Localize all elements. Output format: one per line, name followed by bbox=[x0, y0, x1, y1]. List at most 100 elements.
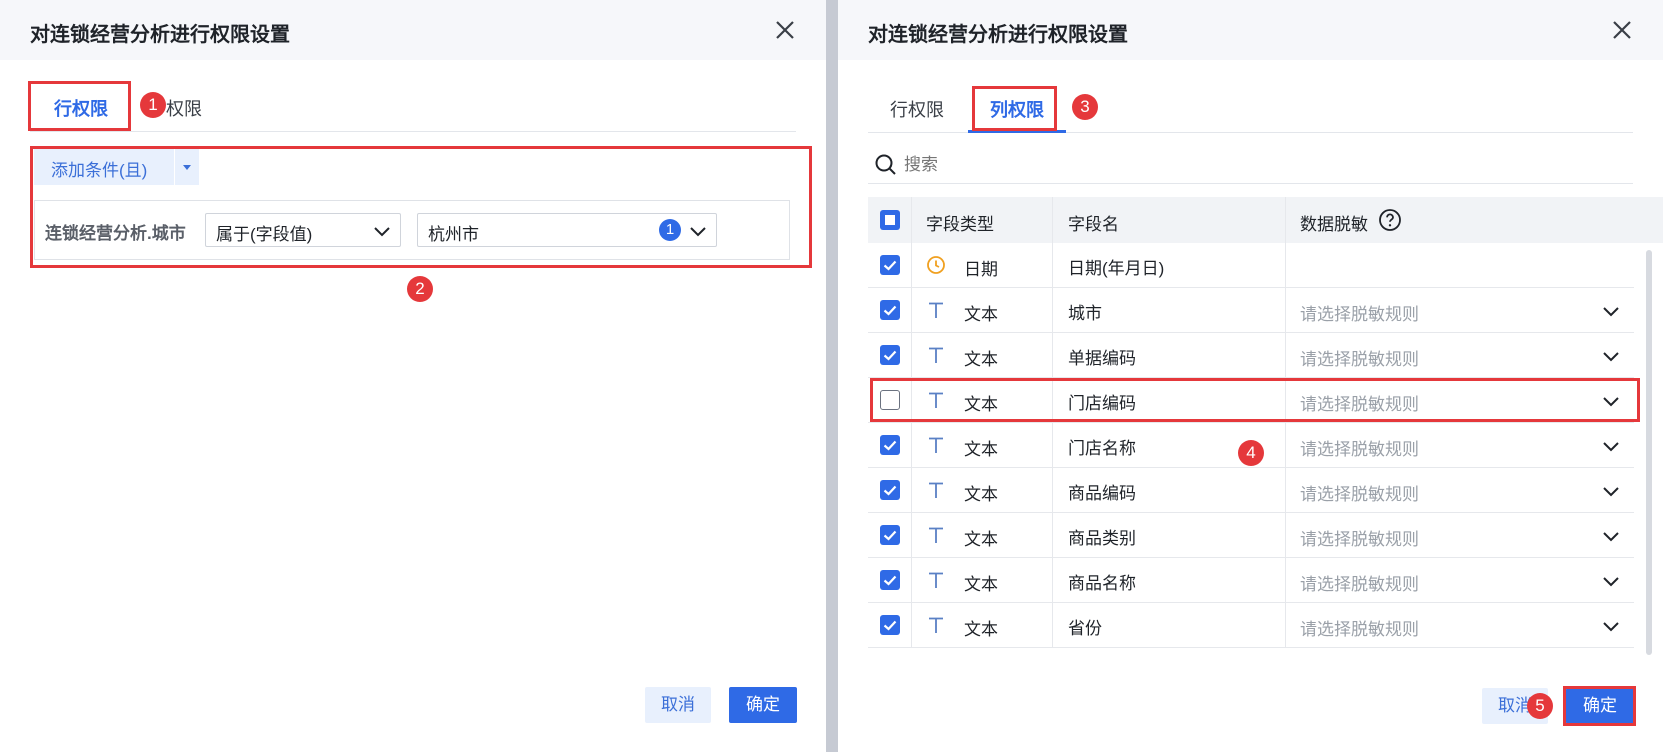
field-name: 门店名称 bbox=[1068, 439, 1136, 458]
check-icon bbox=[883, 485, 897, 496]
search-underline bbox=[868, 183, 1633, 184]
indeterminate-mark bbox=[885, 215, 895, 225]
help-icon[interactable] bbox=[1378, 208, 1402, 232]
mask-rule-placeholder: 请选择脱敏规则 bbox=[1300, 485, 1419, 504]
col-divider bbox=[911, 603, 912, 648]
step-badge: 5 bbox=[1527, 693, 1553, 719]
check-icon bbox=[883, 530, 897, 541]
field-name: 省份 bbox=[1068, 619, 1102, 638]
row-checkbox[interactable] bbox=[880, 570, 900, 590]
chevron-down-icon[interactable] bbox=[1601, 301, 1621, 321]
tab-divider bbox=[30, 131, 796, 132]
row-checkbox[interactable] bbox=[880, 435, 900, 455]
text-type-icon bbox=[929, 527, 943, 543]
field-type: 文本 bbox=[964, 485, 998, 504]
field-type: 文本 bbox=[964, 305, 998, 324]
text-type-icon bbox=[929, 302, 943, 318]
table-row[interactable]: 文本 省份 请选择脱敏规则 bbox=[868, 603, 1634, 648]
step-badge: 3 bbox=[1072, 94, 1098, 120]
field-name: 单据编码 bbox=[1068, 349, 1136, 368]
text-type-icon bbox=[929, 482, 943, 498]
step-badge: 4 bbox=[1238, 440, 1264, 466]
close-icon[interactable] bbox=[1610, 18, 1634, 42]
col-divider bbox=[911, 197, 912, 243]
row-permission-dialog: 对连锁经营分析进行权限设置 行权限 权限 1 添加条件(且) 连锁经营分析.城市… bbox=[0, 0, 826, 752]
check-icon bbox=[883, 440, 897, 451]
col-divider bbox=[911, 333, 912, 378]
field-name: 日期(年月日) bbox=[1068, 259, 1165, 278]
row-checkbox[interactable] bbox=[880, 615, 900, 635]
check-icon bbox=[883, 305, 897, 316]
field-name: 商品类别 bbox=[1068, 529, 1136, 548]
highlight-box bbox=[870, 378, 1640, 422]
highlight-box bbox=[28, 81, 131, 131]
row-checkbox[interactable] bbox=[880, 345, 900, 365]
col-divider bbox=[1285, 423, 1286, 468]
dialog-title: 对连锁经营分析进行权限设置 bbox=[868, 24, 1128, 46]
table-row[interactable]: 日期 日期(年月日) bbox=[868, 243, 1634, 288]
row-checkbox[interactable] bbox=[880, 480, 900, 500]
header-data-mask: 数据脱敏 bbox=[1300, 215, 1368, 234]
mask-rule-placeholder: 请选择脱敏规则 bbox=[1300, 440, 1419, 459]
col-divider bbox=[1285, 197, 1286, 243]
check-icon bbox=[883, 575, 897, 586]
table-row[interactable]: 文本 城市 请选择脱敏规则 bbox=[868, 288, 1634, 333]
dialog-title: 对连锁经营分析进行权限设置 bbox=[30, 24, 290, 46]
cancel-button[interactable]: 取消 bbox=[645, 687, 711, 723]
highlight-box bbox=[1563, 686, 1636, 726]
col-divider bbox=[911, 423, 912, 468]
ok-button[interactable]: 确定 bbox=[729, 687, 797, 723]
col-divider bbox=[911, 468, 912, 513]
clock-icon bbox=[927, 256, 945, 274]
text-type-icon bbox=[929, 572, 943, 588]
col-divider bbox=[1052, 333, 1053, 378]
col-divider bbox=[911, 243, 912, 288]
row-checkbox[interactable] bbox=[880, 300, 900, 320]
col-divider bbox=[1285, 243, 1286, 288]
field-name: 城市 bbox=[1068, 304, 1102, 323]
row-checkbox[interactable] bbox=[880, 525, 900, 545]
field-type: 日期 bbox=[964, 260, 998, 279]
check-icon bbox=[883, 260, 897, 271]
chevron-down-icon[interactable] bbox=[1601, 481, 1621, 501]
col-divider bbox=[1052, 558, 1053, 603]
col-divider bbox=[911, 288, 912, 333]
close-icon[interactable] bbox=[773, 18, 797, 42]
col-divider bbox=[1052, 423, 1053, 468]
text-type-icon bbox=[929, 437, 943, 453]
tab-column-permission[interactable]: 权限 bbox=[166, 95, 202, 121]
col-divider bbox=[1052, 513, 1053, 558]
field-type: 文本 bbox=[964, 575, 998, 594]
row-checkbox[interactable] bbox=[880, 255, 900, 275]
search-icon bbox=[875, 154, 896, 175]
field-name: 商品名称 bbox=[1068, 574, 1136, 593]
col-divider bbox=[1052, 197, 1053, 243]
mask-rule-placeholder: 请选择脱敏规则 bbox=[1300, 530, 1419, 549]
chevron-down-icon[interactable] bbox=[1601, 571, 1621, 591]
table-row[interactable]: 文本 商品类别 请选择脱敏规则 bbox=[868, 513, 1634, 558]
dialog-header: 对连锁经营分析进行权限设置 bbox=[0, 0, 826, 60]
scrollbar[interactable] bbox=[1646, 250, 1652, 655]
mask-rule-placeholder: 请选择脱敏规则 bbox=[1300, 620, 1419, 639]
chevron-down-icon[interactable] bbox=[1601, 526, 1621, 546]
table-header: 字段类型 字段名 数据脱敏 bbox=[868, 197, 1663, 243]
field-type: 文本 bbox=[964, 350, 998, 369]
dialog-header: 对连锁经营分析进行权限设置 bbox=[838, 0, 1663, 60]
text-type-icon bbox=[929, 347, 943, 363]
step-badge: 2 bbox=[407, 276, 433, 302]
select-all-checkbox[interactable] bbox=[880, 210, 900, 230]
table-row[interactable]: 文本 商品名称 请选择脱敏规则 bbox=[868, 558, 1634, 603]
table-row[interactable]: 文本 单据编码 请选择脱敏规则 bbox=[868, 333, 1634, 378]
chevron-down-icon[interactable] bbox=[1601, 346, 1621, 366]
search-input[interactable] bbox=[904, 150, 1604, 180]
check-icon bbox=[883, 620, 897, 631]
col-divider bbox=[1285, 468, 1286, 513]
chevron-down-icon[interactable] bbox=[1601, 616, 1621, 636]
header-field-name: 字段名 bbox=[1068, 215, 1119, 234]
chevron-down-icon[interactable] bbox=[1601, 436, 1621, 456]
col-divider bbox=[1285, 288, 1286, 333]
tab-row-permission[interactable]: 行权限 bbox=[890, 96, 944, 122]
col-divider bbox=[1285, 558, 1286, 603]
col-divider bbox=[1052, 603, 1053, 648]
table-row[interactable]: 文本 商品编码 请选择脱敏规则 bbox=[868, 468, 1634, 513]
